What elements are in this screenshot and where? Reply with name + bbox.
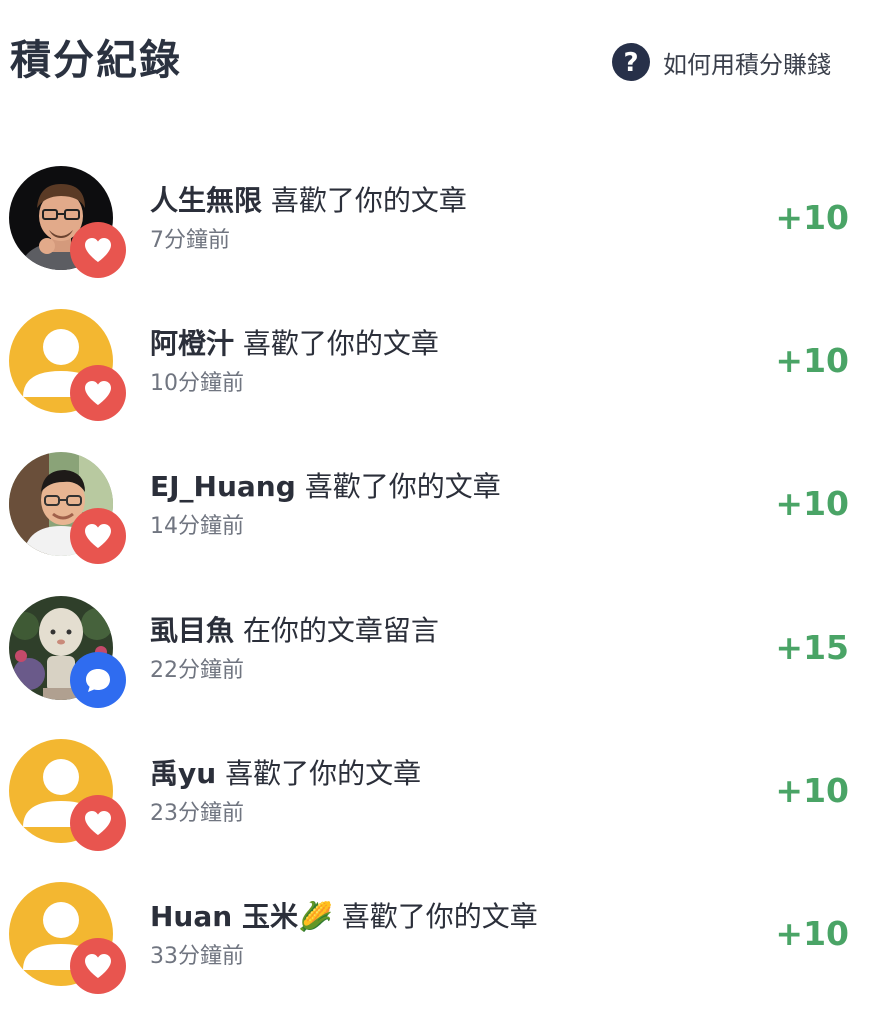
record-text: Huan 玉米🌽 喜歡了你的文章 33分鐘前 [150,898,750,972]
record-description: EJ_Huang 喜歡了你的文章 [150,468,750,506]
heart-icon [70,795,126,851]
record-action: 喜歡了你的文章 [341,900,538,933]
user-name[interactable]: 虱目魚 [150,614,234,647]
svg-text:?: ? [623,48,638,78]
points-value: +15 [775,628,849,667]
heart-icon [70,938,126,994]
record-text: 人生無限 喜歡了你的文章 7分鐘前 [150,182,750,256]
avatar-group [9,452,127,570]
question-circle-icon: ? [612,43,650,81]
points-value: +10 [775,341,849,380]
avatar-group [9,309,127,427]
list-item[interactable]: 禹yu 喜歡了你的文章 23分鐘前 +10 [0,739,877,869]
record-description: 人生無限 喜歡了你的文章 [150,182,750,220]
points-value: +10 [775,198,849,237]
page-header: 積分紀錄 ? 如何用積分賺錢 [0,0,877,120]
record-action: 喜歡了你的文章 [242,327,439,360]
comment-bubble-icon [70,652,126,708]
record-time: 22分鐘前 [150,658,244,683]
record-time: 14分鐘前 [150,514,244,539]
record-action: 喜歡了你的文章 [304,470,501,503]
list-item[interactable]: 虱目魚 在你的文章留言 22分鐘前 +15 [0,596,877,726]
points-value: +10 [775,484,849,523]
user-name[interactable]: Huan 玉米🌽 [150,900,333,933]
user-name[interactable]: EJ_Huang [150,470,296,503]
record-description: Huan 玉米🌽 喜歡了你的文章 [150,898,750,936]
avatar-group [9,882,127,1000]
page-title: 積分紀錄 [10,36,182,84]
avatar-group [9,596,127,714]
record-text: EJ_Huang 喜歡了你的文章 14分鐘前 [150,468,750,542]
list-item[interactable]: 人生無限 喜歡了你的文章 7分鐘前 +10 [0,166,877,296]
record-description: 禹yu 喜歡了你的文章 [150,755,750,793]
heart-icon [70,222,126,278]
points-value: +10 [775,771,849,810]
list-item[interactable]: Huan 玉米🌽 喜歡了你的文章 33分鐘前 +10 [0,882,877,1012]
record-action: 在你的文章留言 [242,614,439,647]
record-time: 10分鐘前 [150,371,244,396]
record-action: 喜歡了你的文章 [225,757,422,790]
record-description: 虱目魚 在你的文章留言 [150,612,750,650]
record-time: 33分鐘前 [150,944,244,969]
record-time: 23分鐘前 [150,801,244,826]
heart-icon [70,508,126,564]
list-item[interactable]: EJ_Huang 喜歡了你的文章 14分鐘前 +10 [0,452,877,582]
record-text: 阿橙汁 喜歡了你的文章 10分鐘前 [150,325,750,399]
user-name[interactable]: 人生無限 [150,184,262,217]
list-item[interactable]: 阿橙汁 喜歡了你的文章 10分鐘前 +10 [0,309,877,439]
record-action: 喜歡了你的文章 [270,184,467,217]
how-to-earn-points-label: 如何用積分賺錢 [663,50,831,79]
user-name[interactable]: 禹yu [150,757,216,790]
how-to-earn-points-link[interactable]: ? 如何用積分賺錢 [612,42,831,82]
record-time: 7分鐘前 [150,228,230,253]
user-name[interactable]: 阿橙汁 [150,327,234,360]
record-description: 阿橙汁 喜歡了你的文章 [150,325,750,363]
record-text: 禹yu 喜歡了你的文章 23分鐘前 [150,755,750,829]
points-value: +10 [775,914,849,953]
record-text: 虱目魚 在你的文章留言 22分鐘前 [150,612,750,686]
avatar-group [9,166,127,284]
avatar-group [9,739,127,857]
heart-icon [70,365,126,421]
